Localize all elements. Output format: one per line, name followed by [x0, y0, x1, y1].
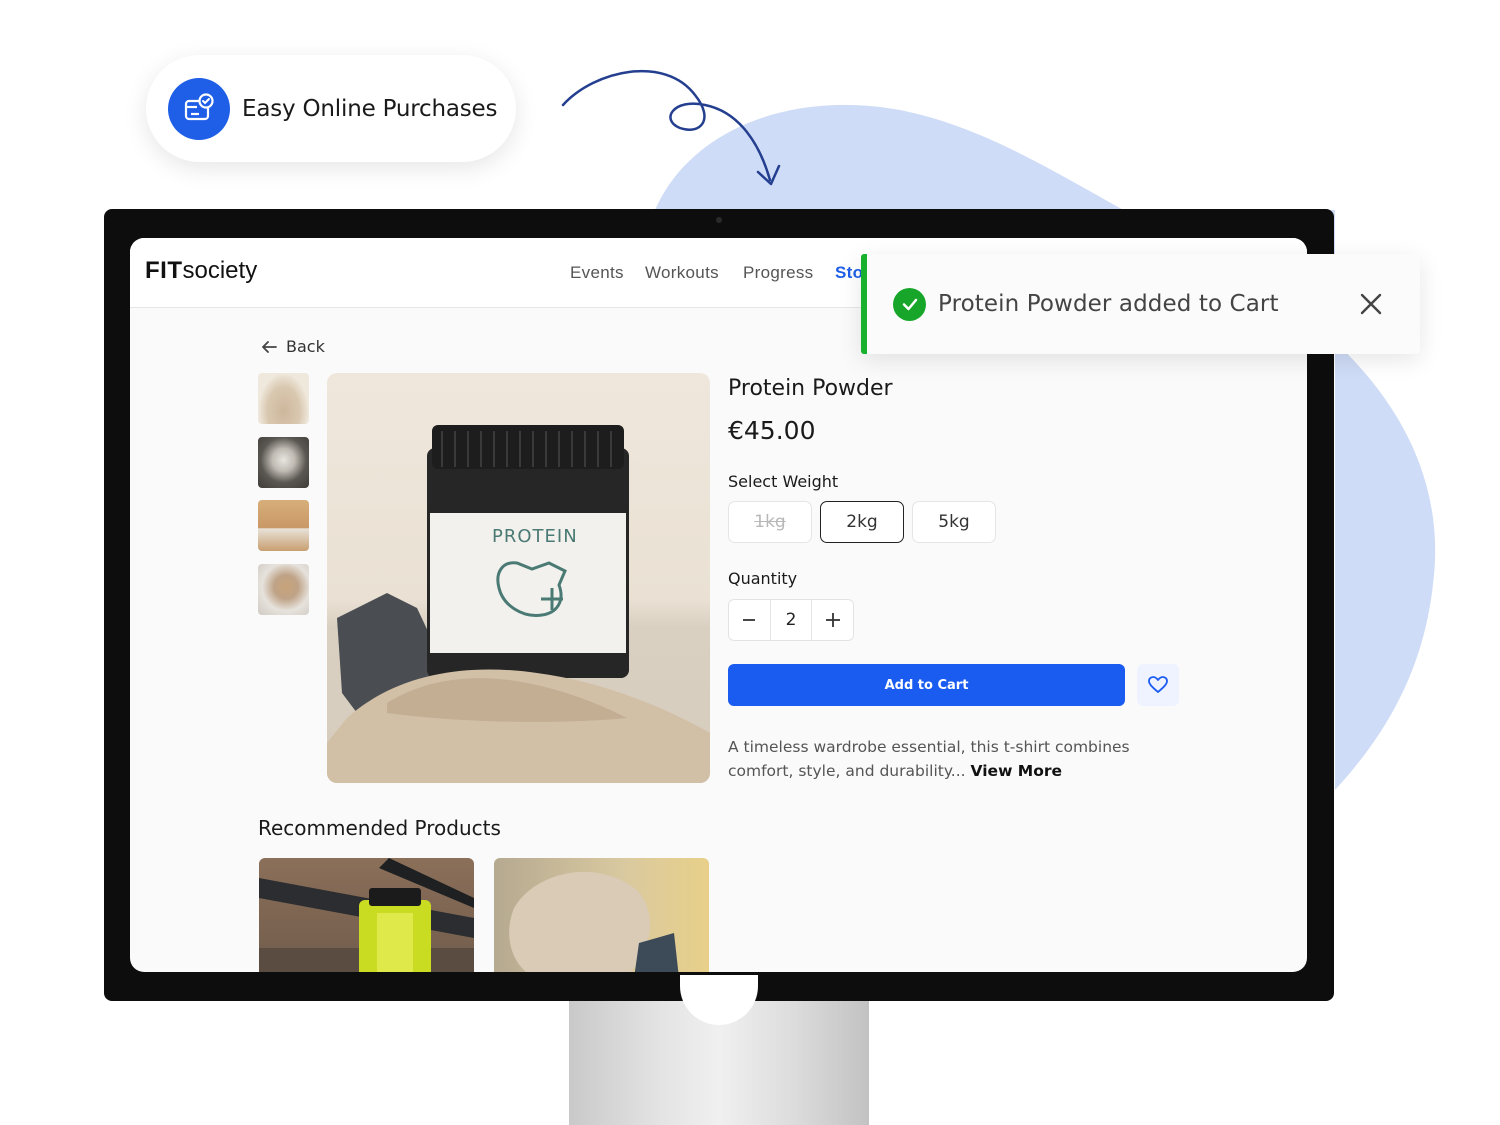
- feature-badge: Easy Online Purchases: [146, 55, 516, 162]
- recommended-title: Recommended Products: [258, 816, 501, 840]
- quantity-stepper: 2: [728, 599, 854, 641]
- nav-workouts[interactable]: Workouts: [645, 263, 719, 283]
- wishlist-button[interactable]: [1137, 664, 1179, 706]
- toast-message: Protein Powder added to Cart: [938, 291, 1279, 317]
- nav-events[interactable]: Events: [570, 263, 624, 283]
- product-price: €45.00: [728, 416, 816, 445]
- product-thumbnail-1[interactable]: [258, 373, 309, 424]
- weight-label: Select Weight: [728, 472, 839, 491]
- plus-icon[interactable]: [812, 600, 853, 640]
- view-more-link[interactable]: View More: [971, 762, 1063, 780]
- webcam-dot: [716, 217, 722, 223]
- logo-light: society: [182, 257, 258, 284]
- card-check-icon: [168, 77, 230, 140]
- feature-badge-label: Easy Online Purchases: [242, 95, 498, 122]
- app-logo[interactable]: FITsociety: [145, 257, 257, 285]
- recommended-product-card-2[interactable]: [494, 858, 709, 972]
- heart-icon: [1148, 676, 1168, 693]
- cart-toast: Protein Powder added to Cart: [861, 254, 1420, 354]
- logo-bold: FIT: [145, 257, 183, 284]
- back-label: Back: [286, 337, 325, 356]
- product-description: A timeless wardrobe essential, this t-sh…: [728, 735, 1178, 783]
- nav-store[interactable]: Sto: [835, 263, 863, 283]
- weight-option-1kg: 1kg: [728, 501, 812, 543]
- back-link[interactable]: Back: [260, 337, 325, 356]
- jar-label: PROTEIN: [492, 526, 578, 547]
- quantity-value[interactable]: 2: [769, 600, 813, 640]
- curved-arrow-icon: [561, 69, 781, 186]
- product-thumbnail-3[interactable]: [258, 500, 309, 551]
- product-thumbnail-2[interactable]: [258, 437, 309, 488]
- nav-progress[interactable]: Progress: [743, 263, 813, 283]
- arrow-left-icon: [262, 340, 277, 353]
- description-text: A timeless wardrobe essential, this t-sh…: [728, 738, 1130, 780]
- quantity-label: Quantity: [728, 569, 798, 588]
- product-title: Protein Powder: [728, 376, 893, 401]
- add-to-cart-button[interactable]: Add to Cart: [728, 664, 1125, 706]
- product-main-image: PROTEIN: [327, 373, 710, 783]
- weight-option-5kg[interactable]: 5kg: [912, 501, 996, 543]
- recommended-product-card-1[interactable]: [259, 858, 474, 972]
- weight-option-2kg[interactable]: 2kg: [820, 501, 904, 543]
- check-circle-icon: [893, 287, 926, 321]
- product-thumbnail-4[interactable]: [258, 564, 309, 615]
- close-icon[interactable]: [1358, 291, 1384, 317]
- minus-icon[interactable]: [729, 600, 770, 640]
